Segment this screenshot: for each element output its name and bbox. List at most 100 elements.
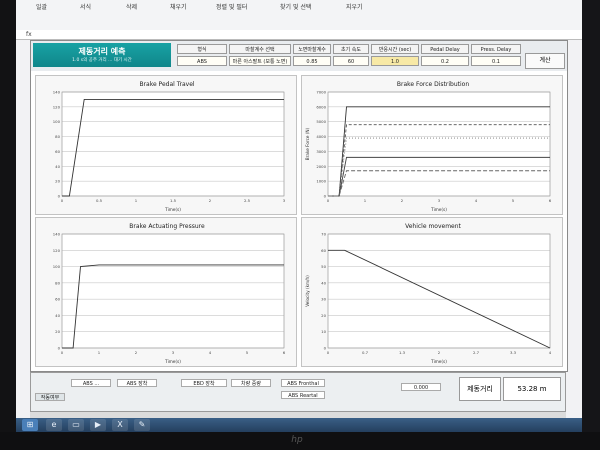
x-tick-label: 6 (283, 350, 286, 355)
header-label: Press. Delay (471, 44, 521, 54)
ribbon-button[interactable]: 서식 (80, 2, 91, 14)
formula-bar[interactable]: fx (16, 30, 582, 40)
x-tick-label: 0 (61, 350, 64, 355)
x-tick-label: 1 (98, 350, 101, 355)
y-tick-label: 80 (55, 280, 60, 285)
y-tick-label: 40 (55, 313, 60, 318)
sheet-subtitle: 1.0 s의 공주 거리 ... 대기 시간 (72, 58, 132, 63)
y-tick-label: 120 (53, 248, 61, 253)
y-tick-label: 100 (53, 119, 61, 124)
hp-logo-icon: hp (291, 435, 303, 445)
braking-distance-value: 53.28 m (503, 377, 561, 401)
header-value[interactable]: 0.1 (471, 56, 521, 66)
y-tick-label: 60 (55, 297, 60, 302)
x-tick-label: 1 (364, 198, 367, 203)
y-tick-label: 120 (53, 104, 61, 109)
x-tick-label: 5 (512, 198, 515, 203)
y-tick-label: 80 (55, 134, 60, 139)
ribbon-button[interactable]: 찾기 및 선택 (280, 2, 311, 14)
ribbon-button[interactable]: 정렬 및 필터 (216, 2, 247, 14)
x-tick-label: 5 (246, 350, 249, 355)
ribbon-button[interactable]: 삭제 (126, 2, 137, 14)
y-axis-label: Velocity (km/h) (305, 275, 310, 307)
y-tick-label: 50 (321, 264, 326, 269)
header-label: 마찰계수 선택 (229, 44, 291, 54)
y-tick-label: 20 (55, 329, 60, 334)
x-tick-label: 1.3 (399, 350, 406, 355)
x-tick-label: 0 (327, 198, 330, 203)
y-tick-label: 20 (321, 313, 326, 318)
calculate-button[interactable]: 계산 (525, 53, 565, 69)
x-tick-label: 4 (549, 350, 552, 355)
y-tick-label: 2000 (316, 164, 326, 169)
y-tick-label: 5000 (316, 119, 326, 124)
excel-icon[interactable]: X (112, 419, 128, 431)
header-value[interactable]: 0.85 (293, 56, 331, 66)
monitor-bezel-right (582, 0, 600, 450)
header-value[interactable]: 60 (333, 56, 369, 66)
x-tick-label: 2.5 (244, 198, 251, 203)
x-tick-label: 0 (327, 350, 330, 355)
header-value[interactable]: 마른 아스팔트 (보통 노면) (229, 56, 291, 66)
worksheet: 제동거리 예측 1.0 s의 공주 거리 ... 대기 시간 형식 ABS 마찰계수… (30, 40, 568, 372)
fx-icon: fx (26, 31, 32, 38)
chart-title: Brake Force Distribution (397, 81, 469, 88)
sheet-title: 제동거리 예측 (78, 47, 126, 56)
media-icon[interactable]: ▶ (90, 419, 106, 431)
sheet-title-box: 제동거리 예측 1.0 s의 공주 거리 ... 대기 시간 (33, 43, 171, 67)
x-tick-label: 2 (209, 198, 212, 203)
chart-actuating-pressure: Brake Actuating Pressure 0 20 40 60 80 100 120 1… (35, 217, 297, 367)
x-tick-label: 2 (438, 350, 441, 355)
chart-vehicle-movement: Vehicle movement 0 10 20 30 40 50 60 70 0 0.7 1.3 2 2… (301, 217, 563, 367)
y-tick-label: 3000 (316, 149, 326, 154)
y-tick-label: 20 (55, 179, 60, 184)
ie-icon[interactable]: e (46, 419, 62, 431)
x-tick-label: 4 (475, 198, 478, 203)
header-value[interactable]: 1.0 (371, 56, 419, 66)
header-bar: 제동거리 예측 1.0 s의 공주 거리 ... 대기 시간 형식 ABS 마찰계수… (31, 41, 567, 71)
header-label: 노면마찰계수 (293, 44, 331, 54)
x-tick-label: 2.7 (473, 350, 480, 355)
ribbon-button[interactable]: 채우기 (170, 2, 187, 14)
y-tick-label: 140 (53, 90, 61, 95)
y-tick-label: 1000 (316, 179, 326, 184)
monitor-bezel-left (0, 0, 16, 450)
y-tick-label: 100 (53, 264, 61, 269)
header-value[interactable]: 0.2 (421, 56, 469, 66)
header-value[interactable]: ABS (177, 56, 227, 66)
chart-title: Brake Actuating Pressure (129, 223, 205, 230)
x-tick-label: 1.5 (170, 198, 177, 203)
folder-icon[interactable]: ▭ (68, 419, 84, 431)
excel-ribbon: 일괄 서식 삭제 채우기 정렬 및 필터 찾기 및 선택 지우기 (16, 0, 582, 31)
x-tick-label: 0.5 (96, 198, 103, 203)
x-tick-label: 6 (549, 198, 552, 203)
x-tick-label: 2 (135, 350, 138, 355)
ribbon-button[interactable]: 일괄 (36, 2, 47, 14)
paint-icon[interactable]: ✎ (134, 419, 150, 431)
x-tick-label: 3 (438, 198, 441, 203)
x-tick-label: 4 (209, 350, 212, 355)
x-axis-label: Time(s) (430, 207, 447, 212)
chart-pedal-travel: Brake Pedal Travel 0 20 40 60 80 100 120 140 0 0.5… (35, 75, 297, 215)
y-tick-label: 6000 (316, 104, 326, 109)
x-axis-label: Time(s) (430, 359, 447, 364)
plot-area (61, 233, 285, 349)
windows-taskbar: ⊞ e ▭ ▶ X ✎ (16, 418, 582, 432)
ribbon-button[interactable]: 지우기 (346, 2, 363, 14)
y-tick-label: 30 (321, 297, 326, 302)
header-label: Pedal Delay (421, 44, 469, 54)
footer-cell: ABS Reartal (281, 391, 325, 399)
header-label: 초기 속도 (333, 44, 369, 54)
y-tick-label: 7000 (316, 90, 326, 95)
footer-cell: EBD 장착 (181, 379, 227, 387)
start-orb-icon[interactable]: ⊞ (22, 419, 38, 431)
result-footer: 작동여부 ABS ... ABS 장착 EBD 장착 차량 중량 ABS Fronthal… (30, 372, 566, 412)
y-tick-label: 10 (321, 329, 326, 334)
chart-brake-force: Brake Force Distribution 0 1000 2000 3000 400… (301, 75, 563, 215)
y-tick-label: 40 (321, 280, 326, 285)
monitor-photo: 일괄 서식 삭제 채우기 정렬 및 필터 찾기 및 선택 지우기 fx 제동거리… (0, 0, 600, 450)
chart-title: Vehicle movement (405, 223, 461, 230)
y-tick-label: 140 (53, 232, 61, 237)
footer-cell: 작동여부 (35, 393, 65, 401)
header-label: 형식 (177, 44, 227, 54)
